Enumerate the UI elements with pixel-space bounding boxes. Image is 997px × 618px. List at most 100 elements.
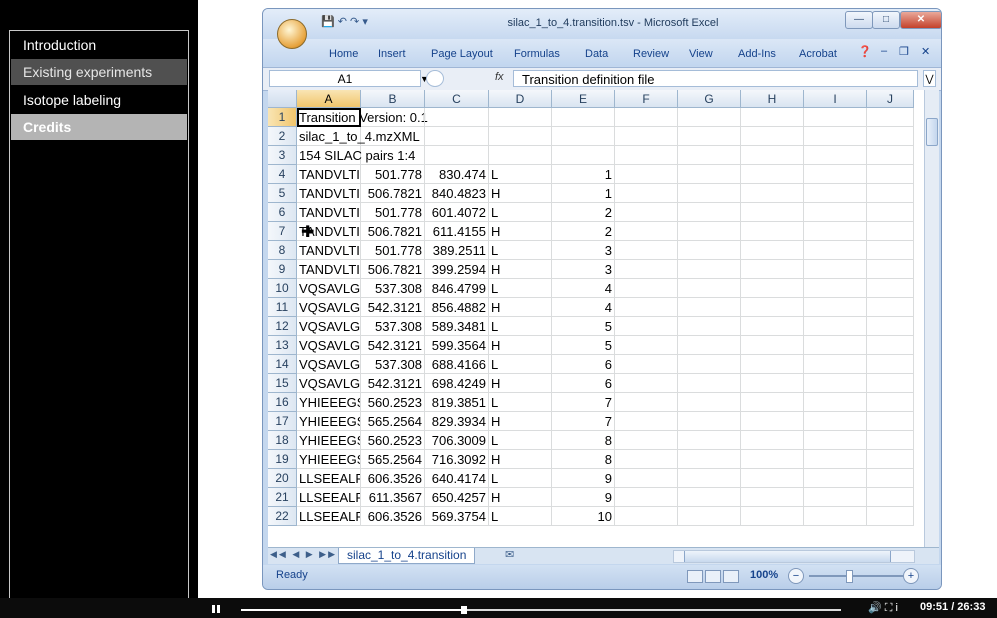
cell-j8[interactable] [867, 241, 914, 260]
cell-c4[interactable]: 830.474 [425, 165, 489, 184]
cell-d16[interactable]: L [489, 393, 552, 412]
ribbon-close-icon[interactable]: ✕ [921, 45, 930, 58]
cell-h12[interactable] [741, 317, 804, 336]
row-header-13[interactable]: 13 [268, 336, 297, 355]
cell-j4[interactable] [867, 165, 914, 184]
cell-g10[interactable] [678, 279, 741, 298]
horizontal-scrollbar[interactable] [673, 550, 915, 563]
cell-f15[interactable] [615, 374, 678, 393]
cell-d1[interactable] [489, 108, 552, 127]
cell-a20[interactable]: LLSEEALPA [297, 469, 361, 488]
cell-e18[interactable]: 8 [552, 431, 615, 450]
cell-b12[interactable]: 537.308 [361, 317, 425, 336]
column-header-d[interactable]: D [489, 90, 552, 108]
cell-h14[interactable] [741, 355, 804, 374]
formula-cancel-button[interactable] [426, 70, 444, 87]
cell-b10[interactable]: 537.308 [361, 279, 425, 298]
cell-j12[interactable] [867, 317, 914, 336]
cell-h16[interactable] [741, 393, 804, 412]
cell-f1[interactable] [615, 108, 678, 127]
cell-g2[interactable] [678, 127, 741, 146]
cell-h6[interactable] [741, 203, 804, 222]
column-header-g[interactable]: G [678, 90, 741, 108]
cell-j1[interactable] [867, 108, 914, 127]
cell-i13[interactable] [804, 336, 867, 355]
cell-a18[interactable]: YHIEEEGSF [297, 431, 361, 450]
cell-j11[interactable] [867, 298, 914, 317]
cell-a15[interactable]: VQSAVLGI [297, 374, 361, 393]
maximize-button[interactable]: □ [872, 11, 900, 29]
row-header-22[interactable]: 22 [268, 507, 297, 526]
cell-b6[interactable]: 501.778 [361, 203, 425, 222]
cell-b11[interactable]: 542.3121 [361, 298, 425, 317]
row-header-17[interactable]: 17 [268, 412, 297, 431]
tab-review[interactable]: Review [633, 48, 669, 60]
cell-a19[interactable]: YHIEEEGSF [297, 450, 361, 469]
cell-c14[interactable]: 688.4166 [425, 355, 489, 374]
cell-c19[interactable]: 716.3092 [425, 450, 489, 469]
cell-a5[interactable]: TANDVLTI [297, 184, 361, 203]
cell-d7[interactable]: H [489, 222, 552, 241]
cell-h13[interactable] [741, 336, 804, 355]
cell-a10[interactable]: VQSAVLGI [297, 279, 361, 298]
cell-c16[interactable]: 819.3851 [425, 393, 489, 412]
tab-view[interactable]: View [689, 48, 713, 60]
player-controls-icons[interactable]: 🔊 ⛶ i [868, 601, 898, 615]
cell-i8[interactable] [804, 241, 867, 260]
cell-h21[interactable] [741, 488, 804, 507]
cell-e11[interactable]: 4 [552, 298, 615, 317]
cell-f12[interactable] [615, 317, 678, 336]
insert-sheet-icon[interactable]: ✉ [505, 548, 514, 561]
cell-d10[interactable]: L [489, 279, 552, 298]
nav-item-introduction[interactable]: Introduction [11, 32, 187, 58]
cell-g3[interactable] [678, 146, 741, 165]
cell-c12[interactable]: 589.3481 [425, 317, 489, 336]
cell-g1[interactable] [678, 108, 741, 127]
cell-g6[interactable] [678, 203, 741, 222]
cell-i10[interactable] [804, 279, 867, 298]
row-header-18[interactable]: 18 [268, 431, 297, 450]
cell-e4[interactable]: 1 [552, 165, 615, 184]
tab-home[interactable]: Home [329, 48, 358, 60]
close-button[interactable]: ✕ [900, 11, 941, 29]
tab-acrobat[interactable]: Acrobat [799, 48, 837, 60]
row-header-9[interactable]: 9 [268, 260, 297, 279]
cell-b7[interactable]: 506.7821 [361, 222, 425, 241]
seek-handle[interactable] [460, 606, 467, 614]
cell-c11[interactable]: 856.4882 [425, 298, 489, 317]
column-header-j[interactable]: J [867, 90, 914, 108]
ribbon-minimize-icon[interactable]: – [881, 45, 887, 57]
spreadsheet-grid[interactable]: A B C D E F G H I J 1 Transition Version: 0.1 2 silac… [268, 90, 924, 547]
cell-i17[interactable] [804, 412, 867, 431]
row-header-12[interactable]: 12 [268, 317, 297, 336]
cell-j17[interactable] [867, 412, 914, 431]
cell-e22[interactable]: 10 [552, 507, 615, 526]
cell-c18[interactable]: 706.3009 [425, 431, 489, 450]
cell-a8[interactable]: TANDVLTI [297, 241, 361, 260]
row-header-16[interactable]: 16 [268, 393, 297, 412]
cell-i12[interactable] [804, 317, 867, 336]
cell-h15[interactable] [741, 374, 804, 393]
cell-j14[interactable] [867, 355, 914, 374]
cell-f20[interactable] [615, 469, 678, 488]
cell-f17[interactable] [615, 412, 678, 431]
cell-a13[interactable]: VQSAVLGI [297, 336, 361, 355]
cell-i3[interactable] [804, 146, 867, 165]
cell-j5[interactable] [867, 184, 914, 203]
cell-i16[interactable] [804, 393, 867, 412]
cell-g5[interactable] [678, 184, 741, 203]
cell-c1[interactable] [425, 108, 489, 127]
cell-b22[interactable]: 606.3526 [361, 507, 425, 526]
cell-f19[interactable] [615, 450, 678, 469]
cell-e17[interactable]: 7 [552, 412, 615, 431]
page-break-view-icon[interactable] [723, 570, 739, 583]
cell-i9[interactable] [804, 260, 867, 279]
cell-e1[interactable] [552, 108, 615, 127]
column-header-e[interactable]: E [552, 90, 615, 108]
cell-e8[interactable]: 3 [552, 241, 615, 260]
cell-e5[interactable]: 1 [552, 184, 615, 203]
cell-c10[interactable]: 846.4799 [425, 279, 489, 298]
cell-j9[interactable] [867, 260, 914, 279]
cell-c21[interactable]: 650.4257 [425, 488, 489, 507]
cell-j20[interactable] [867, 469, 914, 488]
